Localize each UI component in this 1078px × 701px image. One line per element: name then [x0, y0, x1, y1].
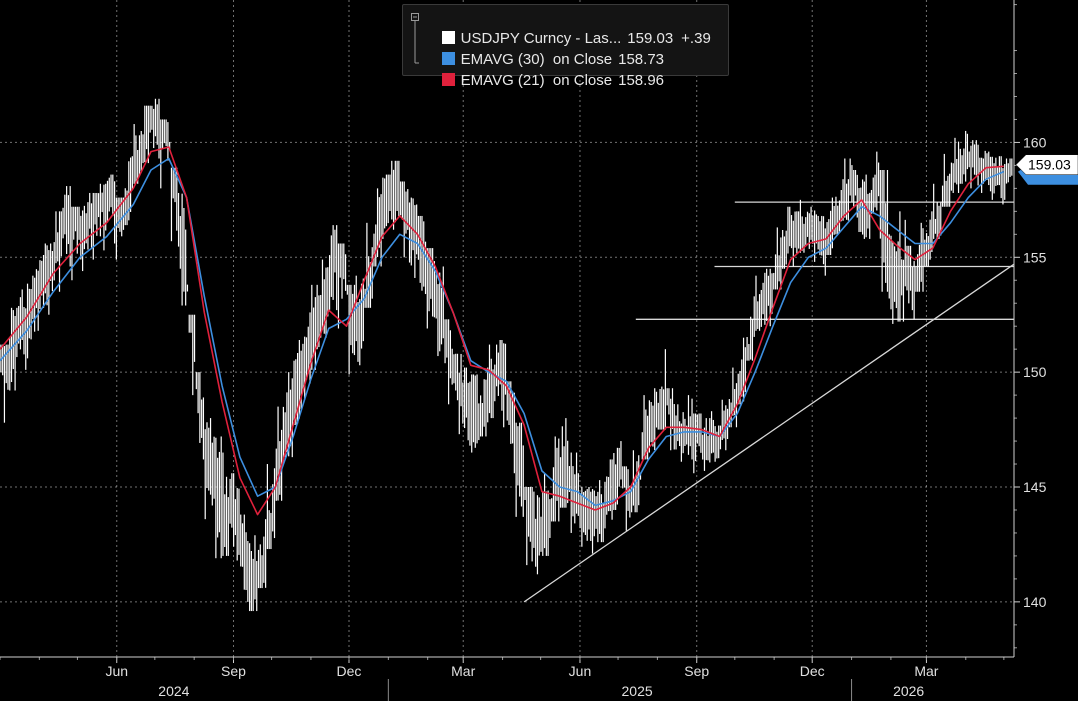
- x-tick-label: Dec: [337, 663, 362, 679]
- year-label: 2025: [622, 683, 653, 699]
- usdjpy-chart[interactable]: 140 145 150 155 160 Jun Sep Dec Mar Jun Sep Dec Mar 2…: [0, 0, 1078, 701]
- x-tick-label: Mar: [914, 663, 938, 679]
- x-tick-label: Jun: [569, 663, 592, 679]
- year-label: 2024: [158, 683, 189, 699]
- y-tick-label: 140: [1023, 594, 1047, 610]
- x-tick-label: Sep: [221, 663, 246, 679]
- legend-change: +.39: [681, 30, 711, 47]
- legend-collapse-icon[interactable]: [411, 13, 419, 65]
- chart-background: [0, 0, 1078, 701]
- legend-item-ema21[interactable]: EMAVG (21) on Close 158.96: [425, 51, 664, 89]
- x-tick-label: Sep: [684, 663, 709, 679]
- y-tick-label: 145: [1023, 479, 1047, 495]
- legend-name: EMAVG (21) on Close: [460, 72, 613, 89]
- legend-swatch-ema21: [441, 73, 455, 86]
- y-tick-label: 160: [1023, 134, 1047, 150]
- x-tick-label: Mar: [451, 663, 475, 679]
- last-price-tag[interactable]: 159.03: [1015, 154, 1078, 185]
- legend-value: 158.96: [618, 72, 665, 89]
- legend-item-ema30[interactable]: EMAVG (30) on Close 158.73: [425, 30, 664, 68]
- legend-item-price[interactable]: USDJPY Curncy - Las... 159.03 +.39: [425, 9, 711, 47]
- x-tick-label: Dec: [800, 663, 825, 679]
- y-tick-label: 150: [1023, 364, 1047, 380]
- last-price-label: 159.03: [1028, 157, 1071, 173]
- y-tick-label: 155: [1023, 249, 1047, 265]
- year-label: 2026: [893, 683, 924, 699]
- x-tick-label: Jun: [105, 663, 128, 679]
- legend-box[interactable]: USDJPY Curncy - Las... 159.03 +.39 EMAVG (…: [402, 4, 729, 89]
